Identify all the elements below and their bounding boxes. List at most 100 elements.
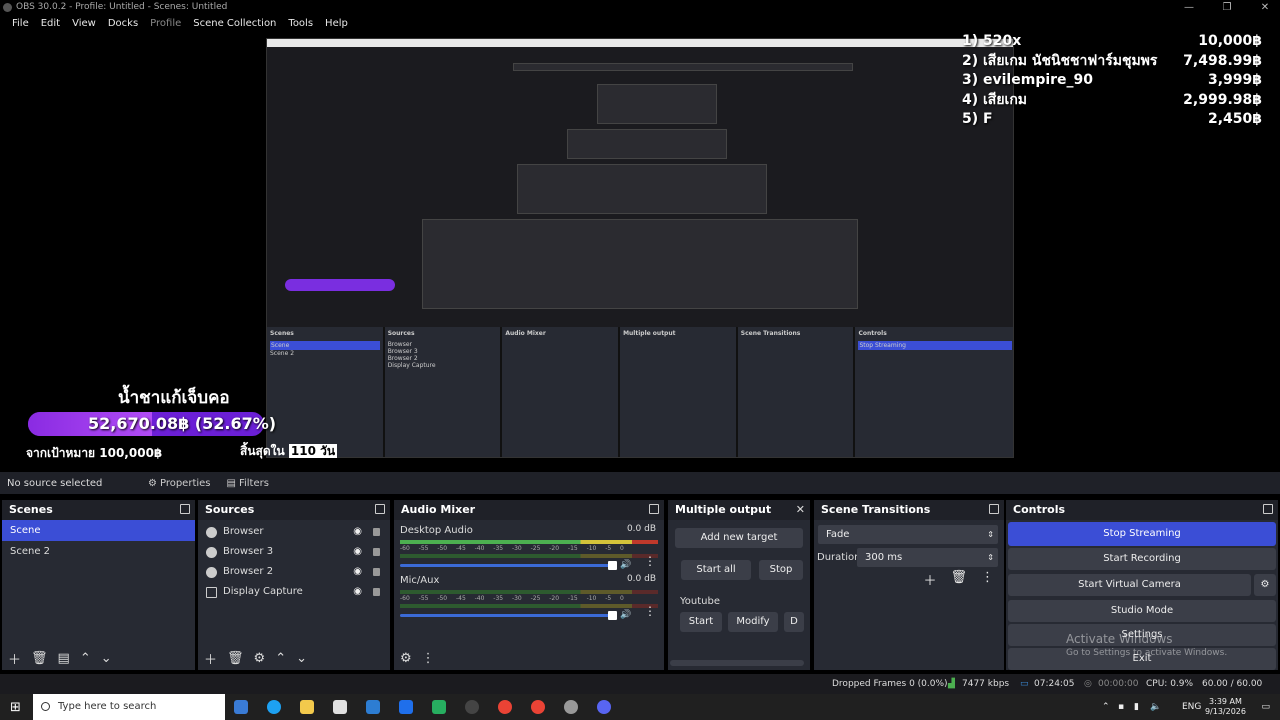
speaker-icon[interactable]: 🔊 [620, 610, 631, 620]
start-recording-button[interactable]: Start Recording [1008, 548, 1276, 570]
more-icon[interactable]: ⋮ [981, 570, 994, 589]
goal-amount: 52,670.08฿ (52.67%) [88, 414, 277, 433]
app-icon[interactable] [564, 700, 578, 714]
undock-icon[interactable] [989, 504, 999, 514]
app-icon[interactable] [399, 700, 413, 714]
target-delete-button[interactable]: D [784, 612, 804, 632]
store-icon[interactable] [333, 700, 347, 714]
menu-edit[interactable]: Edit [35, 15, 66, 32]
chevron-down-icon[interactable]: ⌄ [296, 651, 307, 666]
xbox-icon[interactable] [432, 700, 446, 714]
network-icon[interactable]: ▪ [1118, 694, 1124, 720]
undock-icon[interactable] [375, 504, 385, 514]
edge-icon[interactable] [267, 700, 281, 714]
spin-icon[interactable]: ⇕ [987, 548, 994, 567]
scenes-dock: Scenes Scene Scene 2 ＋ 🗑 ▤ ⌃ ⌄ [2, 500, 195, 670]
lock-icon[interactable] [373, 568, 380, 576]
windows-start-icon[interactable]: ⊞ [10, 700, 21, 715]
trash-icon[interactable]: 🗑 [31, 651, 48, 666]
eye-icon[interactable]: ◉ [353, 522, 362, 542]
volume-slider[interactable] [400, 611, 617, 620]
more-icon[interactable]: ⋮ [644, 554, 656, 568]
volume-slider[interactable] [400, 561, 617, 570]
notifications-icon[interactable]: ▭ [1261, 694, 1270, 720]
record-icon: ◎ [1084, 679, 1092, 689]
nested-docks: Scenes Scene Scene 2 Sources Browser Browser… [267, 327, 1013, 457]
lock-icon[interactable] [373, 528, 380, 536]
lock-icon[interactable] [373, 548, 380, 556]
filter-icon[interactable]: ▤ [58, 651, 70, 666]
studio-mode-button[interactable]: Studio Mode [1008, 600, 1276, 622]
undock-icon[interactable] [1263, 504, 1273, 514]
more-icon[interactable]: ⋮ [644, 604, 656, 618]
taskbar: ⊞ Type here to search ⌃ ▪ ▮ 🔈 ENG 3:39 A… [0, 694, 1280, 720]
menu-help[interactable]: Help [319, 15, 354, 32]
chrome-icon[interactable] [531, 700, 545, 714]
obs-icon[interactable] [465, 700, 479, 714]
target-start-button[interactable]: Start [680, 612, 722, 632]
chevron-up-icon[interactable]: ⌃ [80, 651, 91, 666]
mail-icon[interactable] [366, 700, 380, 714]
eye-icon[interactable]: ◉ [353, 582, 362, 602]
menu-tools[interactable]: Tools [282, 15, 319, 32]
trash-icon[interactable]: 🗑 [950, 570, 967, 589]
start-all-button[interactable]: Start all [681, 560, 751, 580]
scene-item[interactable]: Scene 2 [2, 541, 195, 562]
properties-button[interactable]: ⚙ Properties [140, 472, 219, 494]
stop-all-button[interactable]: Stop [759, 560, 803, 580]
taskbar-search[interactable]: Type here to search [33, 694, 225, 720]
menu-profile[interactable]: Profile [144, 15, 187, 32]
record-time: 00:00:00 [1098, 679, 1139, 689]
mic-icon[interactable]: ▮ [1134, 694, 1139, 720]
source-item[interactable]: Browser 3 ◉ [198, 542, 390, 562]
language-indicator[interactable]: ENG [1182, 694, 1201, 720]
speaker-icon[interactable]: 🔊 [620, 560, 631, 570]
chevron-up-icon[interactable]: ⌃ [275, 651, 286, 666]
transition-select[interactable]: Fade ⇕ [818, 525, 998, 544]
close-icon[interactable]: ✕ [796, 500, 805, 520]
chrome-icon[interactable] [498, 700, 512, 714]
menu-docks[interactable]: Docks [102, 15, 144, 32]
add-icon[interactable]: ＋ [923, 570, 936, 589]
gear-icon[interactable]: ⚙ [254, 651, 266, 666]
add-icon[interactable]: ＋ [8, 649, 21, 668]
nested-source-item: Browser [387, 341, 413, 348]
more-icon[interactable]: ⋮ [422, 651, 435, 666]
copilot-icon[interactable] [234, 700, 248, 714]
volume-icon[interactable]: 🔈 [1150, 694, 1161, 720]
undock-icon[interactable] [180, 504, 190, 514]
tray-chevron-icon[interactable]: ⌃ [1102, 694, 1110, 720]
duration-spinbox[interactable]: 300 ms ⇕ [857, 548, 998, 567]
scene-item[interactable]: Scene [2, 520, 195, 541]
menu-scene-collection[interactable]: Scene Collection [187, 15, 282, 32]
maximize-icon[interactable]: ❐ [1212, 0, 1242, 15]
file-explorer-icon[interactable] [300, 700, 314, 714]
eye-icon[interactable]: ◉ [353, 542, 362, 562]
menu-view[interactable]: View [66, 15, 102, 32]
trash-icon[interactable]: 🗑 [227, 651, 244, 666]
source-item[interactable]: Display Capture ◉ [198, 582, 390, 602]
menu-file[interactable]: File [6, 15, 35, 32]
add-icon[interactable]: ＋ [204, 649, 217, 668]
start-virtual-camera-button[interactable]: Start Virtual Camera [1008, 574, 1251, 596]
dock-title: Controls [1013, 503, 1066, 516]
lock-icon[interactable] [373, 588, 380, 596]
preview-canvas[interactable]: Scenes Scene Scene 2 Sources Browser Browser… [0, 32, 1280, 468]
minimize-icon[interactable]: — [1174, 0, 1204, 15]
dropped-frames: Dropped Frames 0 (0.0%) [832, 679, 948, 689]
add-target-button[interactable]: Add new target [675, 528, 803, 548]
target-modify-button[interactable]: Modify [728, 612, 778, 632]
undock-icon[interactable] [649, 504, 659, 514]
horizontal-scrollbar[interactable] [670, 660, 804, 666]
gear-icon[interactable]: ⚙ [400, 651, 412, 666]
clock[interactable]: 3:39 AM 9/13/2026 [1205, 697, 1246, 717]
filters-button[interactable]: ▤ Filters [219, 472, 277, 494]
source-item[interactable]: Browser 2 ◉ [198, 562, 390, 582]
close-icon[interactable]: ✕ [1250, 0, 1280, 15]
eye-icon[interactable]: ◉ [353, 562, 362, 582]
virtual-camera-settings-icon[interactable]: ⚙ [1254, 574, 1276, 596]
source-item[interactable]: Browser ◉ [198, 522, 390, 542]
stop-streaming-button[interactable]: Stop Streaming [1008, 522, 1276, 546]
discord-icon[interactable] [597, 700, 611, 714]
chevron-down-icon[interactable]: ⌄ [101, 651, 112, 666]
